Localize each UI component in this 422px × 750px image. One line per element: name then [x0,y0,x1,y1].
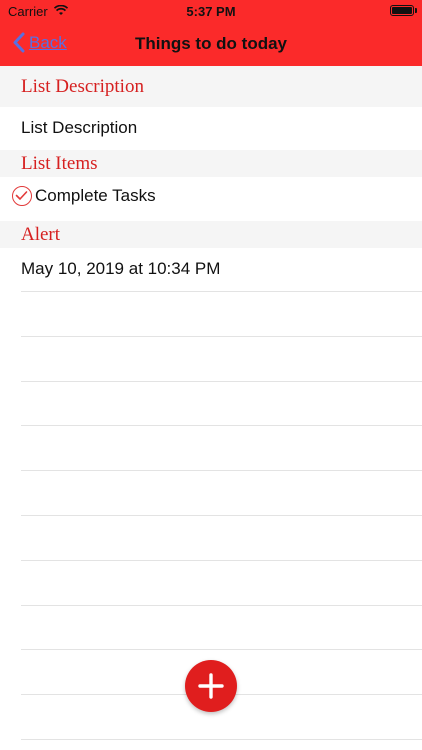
plus-icon [198,673,224,699]
section-header-items: List Items [0,150,422,177]
top-bar: Carrier 5:37 PM Back Things to do today [0,0,422,66]
battery-icon [390,5,417,16]
row-separator [21,515,422,516]
row-separator [21,291,422,292]
row-separator [21,336,422,337]
list-item-label: Complete Tasks [35,186,156,205]
row-separator [21,425,422,426]
navigation-bar: Back Things to do today [0,22,422,66]
row-separator [21,470,422,471]
row-separator [21,739,422,740]
section-header-alert: Alert [0,221,422,248]
add-item-button[interactable] [185,660,237,712]
row-separator [21,560,422,561]
status-time: 5:37 PM [186,4,236,19]
page-title: Things to do today [134,34,288,53]
description-value[interactable]: List Description [21,118,137,138]
row-separator [21,605,422,606]
alert-date[interactable]: May 10, 2019 at 10:34 PM [21,259,220,279]
row-separator [21,649,422,650]
status-bar: Carrier 5:37 PM [0,0,422,22]
row-separator [21,381,422,382]
section-header-description: List Description [0,66,422,107]
check-icon[interactable] [12,186,32,206]
list-item[interactable]: Complete Tasks [12,186,156,206]
